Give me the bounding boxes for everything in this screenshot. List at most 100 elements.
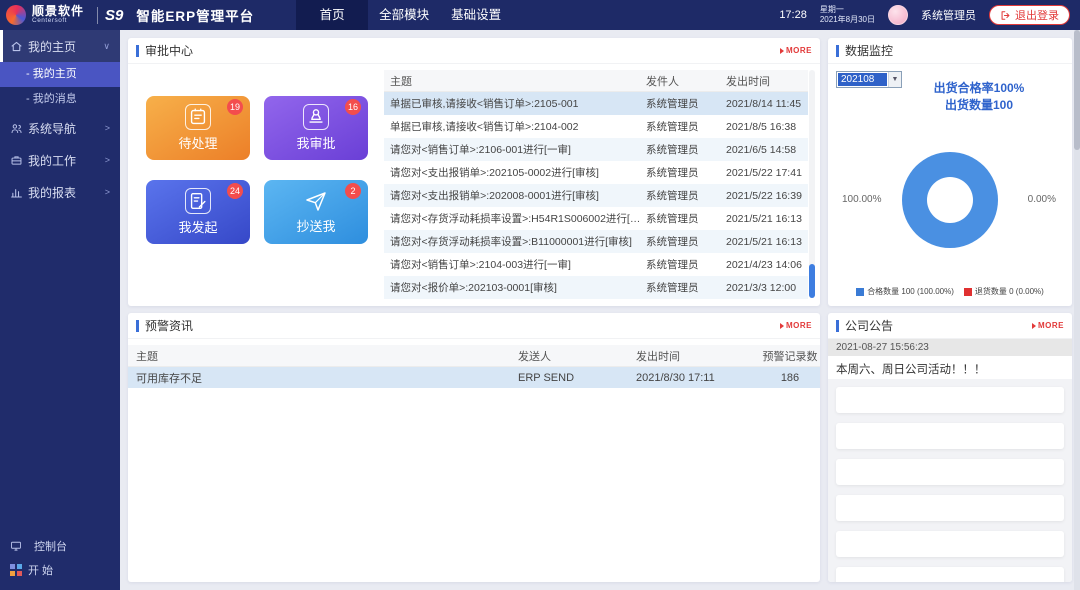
cell-time: 2021/5/21 16:13: [726, 213, 808, 225]
donut-chart: [902, 152, 998, 248]
pass-rate-text: 出货合格率100%: [894, 80, 1064, 97]
table-row[interactable]: 单据已审核,请接收<销售订单>:2104-002 系统管理员 2021/8/5 …: [384, 115, 808, 138]
cell-sender: 系统管理员: [646, 257, 726, 272]
cell-sender: ERP SEND: [518, 372, 636, 384]
pending-tasks-icon: [185, 104, 211, 130]
cell-sender: 系统管理员: [646, 188, 726, 203]
avatar[interactable]: [888, 5, 908, 25]
card-label: 待处理: [178, 133, 217, 152]
sidebar-item-my-home[interactable]: 我的主页 ∨: [0, 30, 120, 62]
warning-info-panel: 预警资讯 MORE 主题 发送人 发出时间 预警记录数 可用库存不足 ERP S…: [128, 313, 820, 582]
table-row[interactable]: 请您对<存货浮动耗损率设置>:H54R1S006002进行[审核] 系统管理员 …: [384, 207, 808, 230]
table-row[interactable]: 请您对<销售订单>:2104-003进行[一审] 系统管理员 2021/4/23…: [384, 253, 808, 276]
scrollbar-thumb[interactable]: [809, 264, 815, 298]
ship-qty-text: 出货数量100: [894, 97, 1064, 114]
chevron-right-icon: >: [105, 155, 110, 165]
notice-date: 2021-08-27 15:56:23: [828, 339, 1072, 356]
table-row[interactable]: 请您对<支出报销单>:202008-0001进行[审核] 系统管理员 2021/…: [384, 184, 808, 207]
legend-swatch-blue: [856, 288, 864, 296]
cell-subject: 单据已审核,请接收<销售订单>:2104-002: [384, 119, 646, 134]
cell-subject: 请您对<销售订单>:2106-001进行[一审]: [384, 142, 646, 157]
monitor-panel-header: 数据监控: [828, 38, 1072, 64]
table-row[interactable]: 请您对<支出报销单>:202105-0002进行[审核] 系统管理员 2021/…: [384, 161, 808, 184]
logo-s9: S9: [97, 7, 130, 24]
sidebar-subitem-my-home[interactable]: - 我的主页: [0, 62, 120, 87]
approval-panel-header: 审批中心 MORE: [128, 38, 820, 64]
table-row[interactable]: 可用库存不足 ERP SEND 2021/8/30 17:11 186: [128, 367, 820, 388]
cell-subject: 请您对<报价单>:202103-0001[审核]: [384, 280, 646, 295]
approval-table-header: 主题 发件人 发出时间: [384, 70, 808, 92]
sidebar: 我的主页 ∨ - 我的主页 - 我的消息 系统导航 > 我的工作 > 我的报表 …: [0, 30, 120, 590]
approval-table: 主题 发件人 发出时间 单据已审核,请接收<销售订单>:2105-001 系统管…: [384, 70, 808, 299]
legend-label: 合格数量 100 (100.00%): [867, 286, 954, 297]
stamp-icon: [303, 104, 329, 130]
period-select[interactable]: 202108 ▼: [836, 71, 902, 88]
initiated-by-me-card[interactable]: 24 我发起: [146, 180, 250, 244]
cc-to-me-card[interactable]: 2 抄送我: [264, 180, 368, 244]
table-scrollbar[interactable]: [809, 70, 815, 298]
panel-title: 审批中心: [136, 45, 193, 57]
approval-more-link[interactable]: MORE: [780, 46, 812, 55]
edit-document-icon: [185, 188, 211, 214]
initiated-badge: 24: [227, 183, 243, 199]
nav-tab-all-modules[interactable]: 全部模块: [368, 0, 440, 30]
logout-button[interactable]: 退出登录: [989, 5, 1070, 25]
approval-cards: 19 待处理 16 我审批 24: [146, 96, 368, 244]
logo-name: 顺景软件: [32, 5, 84, 18]
sidebar-item-system-nav[interactable]: 系统导航 >: [0, 112, 120, 144]
logo-icon: [6, 5, 26, 25]
cell-time: 2021/4/23 14:06: [726, 259, 808, 271]
cell-time: 2021/8/14 11:45: [726, 98, 808, 110]
cc-badge: 2: [345, 183, 361, 199]
sidebar-item-my-reports[interactable]: 我的报表 >: [0, 176, 120, 208]
my-approvals-card[interactable]: 16 我审批: [264, 96, 368, 160]
pending-card[interactable]: 19 待处理: [146, 96, 250, 160]
sidebar-subitem-my-messages[interactable]: - 我的消息: [0, 87, 120, 112]
cell-time: 2021/6/5 14:58: [726, 144, 808, 156]
console-icon: [10, 540, 28, 552]
sidebar-footer: 控制台 开 始: [0, 534, 120, 582]
chevron-right-icon: >: [105, 123, 110, 133]
date-label: 2021年8月30日: [820, 15, 875, 25]
page-scrollbar-thumb[interactable]: [1074, 30, 1080, 150]
table-row[interactable]: 请您对<存货浮动耗损率设置>:B11000001进行[审核] 系统管理员 202…: [384, 230, 808, 253]
start-grid-icon: [10, 564, 22, 576]
logo: 顺景软件 Centersoft S9 智能ERP管理平台: [0, 5, 254, 25]
cell-time: 2021/5/22 16:39: [726, 190, 808, 202]
header-right: 17:28 星期一 2021年8月30日 系统管理员 退出登录: [779, 5, 1080, 25]
card-label: 抄送我: [296, 216, 335, 235]
cell-subject: 可用库存不足: [128, 370, 518, 386]
cell-time: 2021/3/3 12:00: [726, 282, 808, 294]
col-header-subject: 主题: [128, 348, 518, 364]
notice-more-link[interactable]: MORE: [1032, 321, 1064, 330]
sidebar-item-my-work[interactable]: 我的工作 >: [0, 144, 120, 176]
page-scrollbar[interactable]: [1074, 30, 1080, 590]
approval-center-panel: 审批中心 MORE 19 待处理 16 我审批: [128, 38, 820, 306]
col-header-sender: 发件人: [646, 73, 726, 89]
date-block: 星期一 2021年8月30日: [820, 5, 875, 25]
notice-panel-header: 公司公告 MORE: [828, 313, 1072, 339]
donut-hole: [927, 177, 973, 223]
app-title: 智能ERP管理平台: [136, 5, 254, 25]
start-button[interactable]: 开 始: [0, 558, 120, 582]
user-name[interactable]: 系统管理员: [921, 7, 976, 23]
notice-empty-item: [836, 531, 1064, 557]
monitor-stats: 出货合格率100% 出货数量100: [894, 80, 1064, 114]
sidebar-item-label: 我的主页: [28, 38, 76, 55]
warning-more-link[interactable]: MORE: [780, 321, 812, 330]
home-icon: [10, 40, 28, 53]
sidebar-item-label: 我的报表: [28, 184, 76, 201]
main-nav: 首页 全部模块 基础设置: [296, 0, 512, 30]
table-row[interactable]: 请您对<销售订单>:2106-001进行[一审] 系统管理员 2021/6/5 …: [384, 138, 808, 161]
nav-tab-base-settings[interactable]: 基础设置: [440, 0, 512, 30]
cell-count: 186: [760, 372, 820, 384]
cell-time: 2021/5/22 17:41: [726, 167, 808, 179]
table-row[interactable]: 请您对<报价单>:202103-0001[审核] 系统管理员 2021/3/3 …: [384, 276, 808, 299]
cell-sender: 系统管理员: [646, 96, 726, 111]
card-label: 我发起: [178, 217, 217, 236]
table-row[interactable]: 单据已审核,请接收<销售订单>:2105-001 系统管理员 2021/8/14…: [384, 92, 808, 115]
notice-empty-item: [836, 459, 1064, 485]
console-button[interactable]: 控制台: [0, 534, 120, 558]
nav-tab-home[interactable]: 首页: [296, 0, 368, 30]
cell-subject: 请您对<存货浮动耗损率设置>:H54R1S006002进行[审核]: [384, 211, 646, 226]
